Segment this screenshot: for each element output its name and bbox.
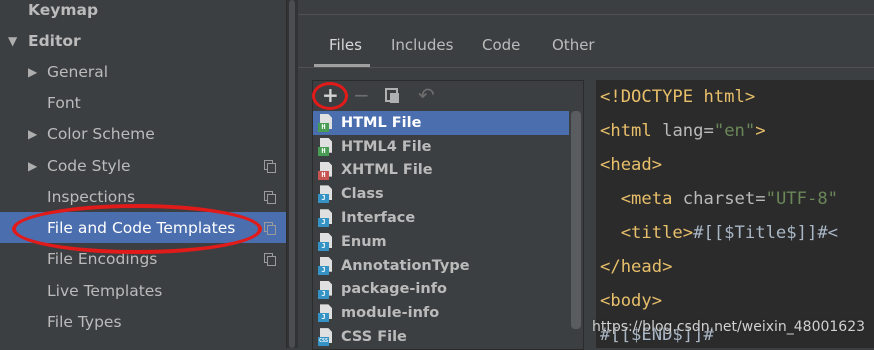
template-name: Enum <box>341 233 387 250</box>
tree-item-label: Editor <box>28 31 81 50</box>
template-name: XHTML File <box>341 162 433 179</box>
tree-item-code-style[interactable]: ▶ Code Style <box>0 150 286 181</box>
java-file-icon: J <box>318 209 335 228</box>
template-name: Class <box>341 186 384 203</box>
code-line: <title>#[[$Title$]]#< <box>600 223 839 243</box>
chevron-right-icon[interactable]: ▶ <box>28 65 37 79</box>
reset-icon[interactable]: ↶ <box>418 85 435 105</box>
sidebar-scrollbar[interactable] <box>289 0 295 348</box>
code-line: <html lang="en"> <box>600 121 766 141</box>
html-file-icon: H <box>318 114 335 132</box>
template-name: HTML4 File <box>341 138 432 155</box>
tree-item-label: File Types <box>47 312 122 331</box>
template-item-html-file[interactable]: H HTML File <box>313 111 569 135</box>
tree-item-font[interactable]: Font <box>0 87 286 118</box>
java-file-icon: J <box>318 232 335 251</box>
divider <box>298 14 874 15</box>
chevron-down-icon[interactable]: ▼ <box>8 34 17 48</box>
tree-item-label: Inspections <box>47 187 136 206</box>
project-scope-icon <box>264 252 276 266</box>
divider <box>298 67 874 68</box>
tree-item-label: Font <box>47 93 81 112</box>
copy-icon[interactable] <box>385 88 401 104</box>
code-line: <!DOCTYPE html> <box>600 87 756 107</box>
list-scrollbar[interactable] <box>571 111 581 329</box>
template-list-panel: + − ↶ H HTML File H HTML4 File H XHTML F… <box>312 80 584 350</box>
settings-tree: Keymap ▼ Editor ▶ General Font ▶ Color S… <box>0 0 286 348</box>
remove-icon[interactable]: − <box>353 85 370 105</box>
java-file-icon: J <box>318 280 335 299</box>
template-name: module-info <box>341 305 440 322</box>
tree-item-label: Color Scheme <box>47 124 155 143</box>
template-item-html4-file[interactable]: H HTML4 File <box>313 135 583 159</box>
java-file-icon: J <box>318 304 335 323</box>
java-file-icon: J <box>318 185 335 204</box>
chevron-right-icon[interactable]: ▶ <box>28 159 37 173</box>
template-list: H HTML File H HTML4 File H XHTML File J … <box>313 111 583 349</box>
template-name: CSS File <box>341 329 407 346</box>
code-line: </head> <box>600 257 673 277</box>
code-line: <meta charset="UTF-8" <box>600 189 839 209</box>
highlight-annotation <box>312 82 348 110</box>
tree-item-label: General <box>47 62 109 81</box>
project-scope-icon <box>264 221 276 235</box>
tab-files[interactable]: Files <box>329 36 362 54</box>
tree-item-label: Code Style <box>47 156 131 175</box>
html-file-icon: H <box>318 137 335 156</box>
tree-item-live-templates[interactable]: Live Templates <box>0 275 286 306</box>
watermark: https://blog.csdn.net/weixin_48001623 <box>592 319 866 335</box>
template-name: HTML File <box>341 114 422 131</box>
tree-item-label: Keymap <box>28 0 99 19</box>
template-item-enum[interactable]: J Enum <box>313 230 583 254</box>
template-code-editor[interactable]: <!DOCTYPE html> <html lang="en"> <head> … <box>596 80 874 348</box>
tree-item-file-types[interactable]: File Types <box>0 306 286 337</box>
template-name: package-info <box>341 281 447 298</box>
template-name: AnnotationType <box>341 257 470 274</box>
template-item-css-file[interactable]: CSS CSS File <box>313 325 583 349</box>
css-file-icon: CSS <box>318 328 335 347</box>
template-item-annotationtype[interactable]: J AnnotationType <box>313 254 583 278</box>
code-line: <body> <box>600 291 663 311</box>
tab-includes[interactable]: Includes <box>391 36 453 54</box>
tree-item-general[interactable]: ▶ General <box>0 56 286 87</box>
highlight-annotation <box>12 204 262 254</box>
tree-item-color-scheme[interactable]: ▶ Color Scheme <box>0 118 286 149</box>
project-scope-icon <box>264 190 276 204</box>
template-name: Interface <box>341 210 416 227</box>
template-item-class[interactable]: J Class <box>313 182 583 206</box>
tree-item-label: Live Templates <box>47 281 163 300</box>
chevron-right-icon[interactable]: ▶ <box>28 127 37 141</box>
tab-other[interactable]: Other <box>552 36 595 54</box>
xhtml-file-icon: H <box>318 161 335 180</box>
tab-code[interactable]: Code <box>482 36 520 54</box>
template-item-module-info[interactable]: J module-info <box>313 301 583 325</box>
tree-item-editor[interactable]: ▼ Editor <box>0 25 286 56</box>
template-item-xhtml-file[interactable]: H XHTML File <box>313 159 583 183</box>
tree-item-keymap[interactable]: Keymap <box>0 0 286 25</box>
template-item-package-info[interactable]: J package-info <box>313 278 583 302</box>
template-item-interface[interactable]: J Interface <box>313 206 583 230</box>
code-line: <head> <box>600 155 663 175</box>
project-scope-icon <box>264 159 276 173</box>
java-file-icon: J <box>318 256 335 275</box>
